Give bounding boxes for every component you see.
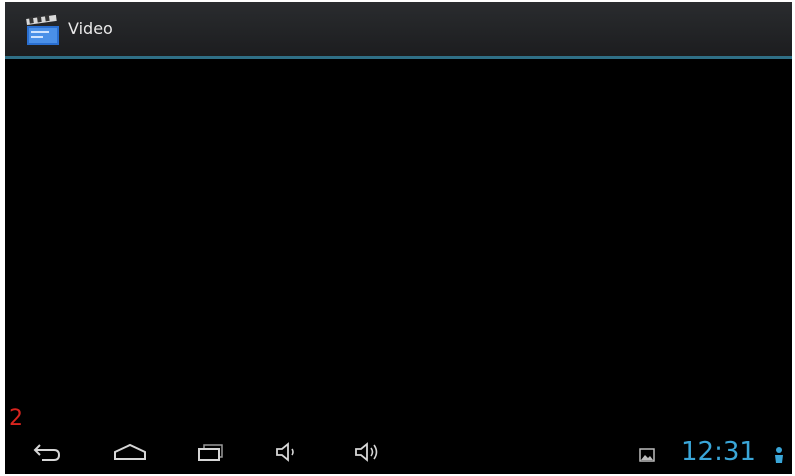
- status-clock[interactable]: 12:31: [681, 436, 756, 468]
- gallery-notification-icon[interactable]: [639, 447, 655, 463]
- back-icon: [32, 442, 62, 462]
- volume-down-button[interactable]: [257, 430, 317, 474]
- usb-notification-icon[interactable]: [773, 445, 785, 465]
- volume-up-button[interactable]: [337, 430, 397, 474]
- recent-apps-button[interactable]: [181, 430, 241, 474]
- overlay-number: 2: [9, 406, 23, 431]
- action-bar: Video: [5, 2, 792, 56]
- home-icon: [112, 442, 148, 462]
- system-navigation-bar: [5, 430, 792, 474]
- recent-apps-icon: [196, 442, 226, 462]
- video-clapperboard-icon[interactable]: [25, 11, 63, 47]
- app-title: Video: [68, 19, 113, 38]
- volume-up-icon: [353, 441, 381, 463]
- home-button[interactable]: [100, 430, 160, 474]
- back-button[interactable]: [17, 430, 77, 474]
- volume-down-icon: [274, 441, 300, 463]
- device-screen: Video 12:31 2: [5, 2, 792, 474]
- video-list-area[interactable]: [5, 59, 792, 429]
